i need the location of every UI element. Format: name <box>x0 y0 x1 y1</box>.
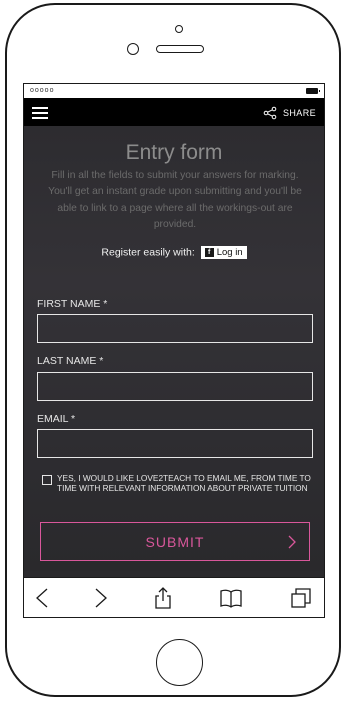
front-sensor <box>175 25 183 33</box>
share-icon <box>263 106 277 120</box>
facebook-icon: f <box>204 248 214 257</box>
consent-checkbox[interactable] <box>42 475 52 485</box>
back-icon[interactable] <box>32 587 54 609</box>
front-camera <box>127 43 139 55</box>
first-name-label: FIRST NAME * <box>37 298 108 310</box>
carrier-signal: ooooo <box>30 87 55 94</box>
first-name-field[interactable] <box>37 314 313 343</box>
browser-screen: ooooo SHARE Entry form Fill in all the f… <box>23 83 325 618</box>
battery-icon <box>306 88 320 94</box>
tabs-icon[interactable] <box>290 587 312 609</box>
share-sheet-icon[interactable] <box>152 587 174 609</box>
status-bar: ooooo <box>24 84 324 98</box>
share-button[interactable]: SHARE <box>263 106 316 120</box>
social-register: Register easily with: f Log in <box>24 246 324 259</box>
facebook-login-button[interactable]: f Log in <box>200 246 247 259</box>
form-intro: Fill in all the fields to submit your an… <box>48 170 302 230</box>
entry-form: Entry form Fill in all the fields to sub… <box>24 126 324 571</box>
browser-toolbar <box>24 577 324 617</box>
email-label: EMAIL * <box>37 413 76 425</box>
email-field[interactable] <box>37 429 313 458</box>
page-title: Entry form <box>125 141 223 164</box>
earpiece-speaker <box>156 45 204 53</box>
site-navbar: SHARE <box>24 98 324 126</box>
facebook-login-label: Log in <box>216 247 243 258</box>
submit-label: SUBMIT <box>145 534 205 550</box>
last-name-label: LAST NAME * <box>37 355 104 367</box>
home-button[interactable] <box>156 639 203 686</box>
menu-icon[interactable] <box>32 107 48 119</box>
register-text: Register easily with: <box>101 246 195 259</box>
bookmarks-icon[interactable] <box>220 587 242 609</box>
chevron-right-icon <box>288 535 296 549</box>
forward-icon[interactable] <box>89 587 111 609</box>
consent-label: YES, I WOULD LIKE LOVE2TEACH TO EMAIL ME… <box>57 473 311 493</box>
last-name-field[interactable] <box>37 372 313 401</box>
email-consent: YES, I WOULD LIKE LOVE2TEACH TO EMAIL ME… <box>42 473 312 493</box>
submit-button[interactable]: SUBMIT <box>40 522 310 561</box>
share-label: SHARE <box>282 108 316 118</box>
